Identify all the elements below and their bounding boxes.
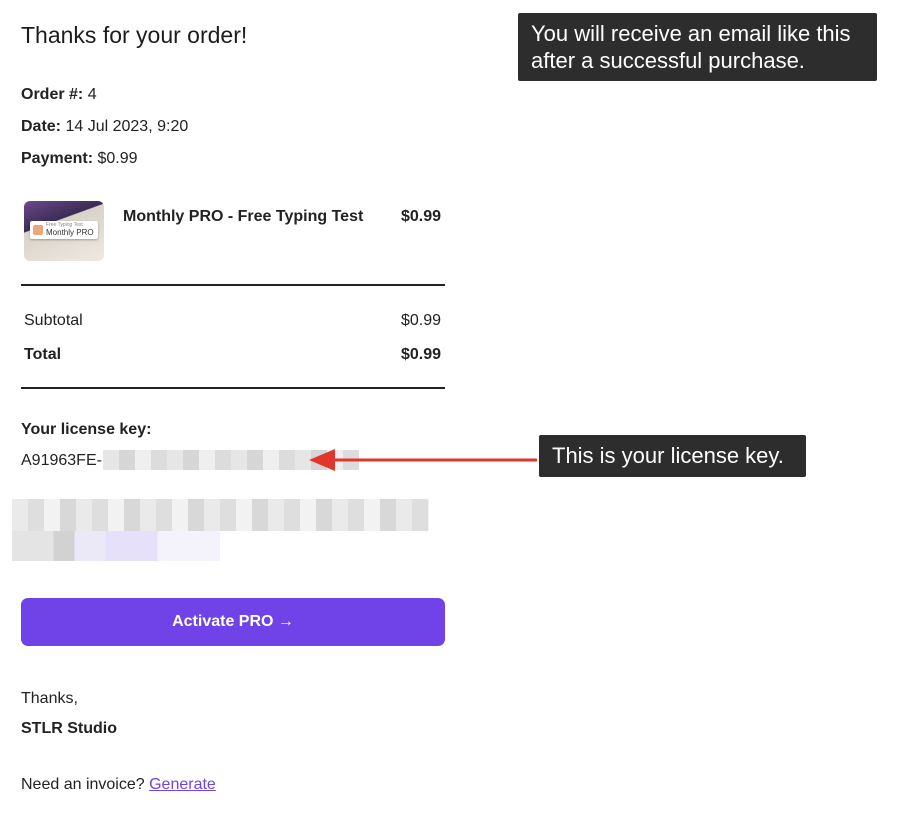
generate-invoice-link[interactable]: Generate (149, 776, 216, 793)
divider (21, 284, 445, 286)
order-date: Date: 14 Jul 2023, 9:20 (21, 118, 188, 136)
signoff: Thanks, (21, 690, 78, 707)
total-value: $0.99 (400, 346, 441, 363)
order-number-value: 4 (87, 86, 97, 103)
order-number-label: Order #: (21, 86, 84, 103)
thumbnail-main-text: Monthly PRO (46, 228, 94, 237)
arrow-left-icon (309, 449, 537, 471)
total-label: Total (24, 346, 62, 363)
callout-license-key: This is your license key. (539, 435, 806, 477)
order-number: Order #: 4 (21, 86, 97, 104)
page-title: Thanks for your order! (21, 22, 248, 48)
activate-pro-button[interactable]: Activate PRO → (21, 598, 445, 646)
company-name: STLR Studio (21, 720, 117, 737)
product-name: Monthly PRO - Free Typing Test (123, 208, 364, 225)
payment: Payment: $0.99 (21, 150, 138, 168)
product-thumbnail: Free Typing Test Monthly PRO (24, 201, 104, 261)
invoice-line: Need an invoice? Generate (21, 776, 216, 794)
callout-purchase-email: You will receive an email like this afte… (518, 13, 877, 81)
subtotal-label: Subtotal (24, 312, 83, 329)
invoice-prompt: Need an invoice? (21, 776, 145, 793)
payment-label: Payment: (21, 150, 94, 167)
product-icon (33, 225, 43, 235)
license-key-label: Your license key: (21, 421, 152, 438)
product-price: $0.99 (400, 208, 441, 225)
order-date-label: Date: (21, 118, 62, 135)
order-date-value: 14 Jul 2023, 9:20 (65, 118, 189, 135)
redacted-key-segment (12, 531, 220, 561)
payment-value: $0.99 (97, 150, 138, 167)
subtotal-value: $0.99 (400, 312, 441, 329)
divider (21, 387, 445, 389)
redacted-key-segment (12, 499, 429, 531)
thumbnail-card: Free Typing Test Monthly PRO (30, 221, 98, 239)
license-key-prefix: A91963FE- (21, 452, 102, 469)
